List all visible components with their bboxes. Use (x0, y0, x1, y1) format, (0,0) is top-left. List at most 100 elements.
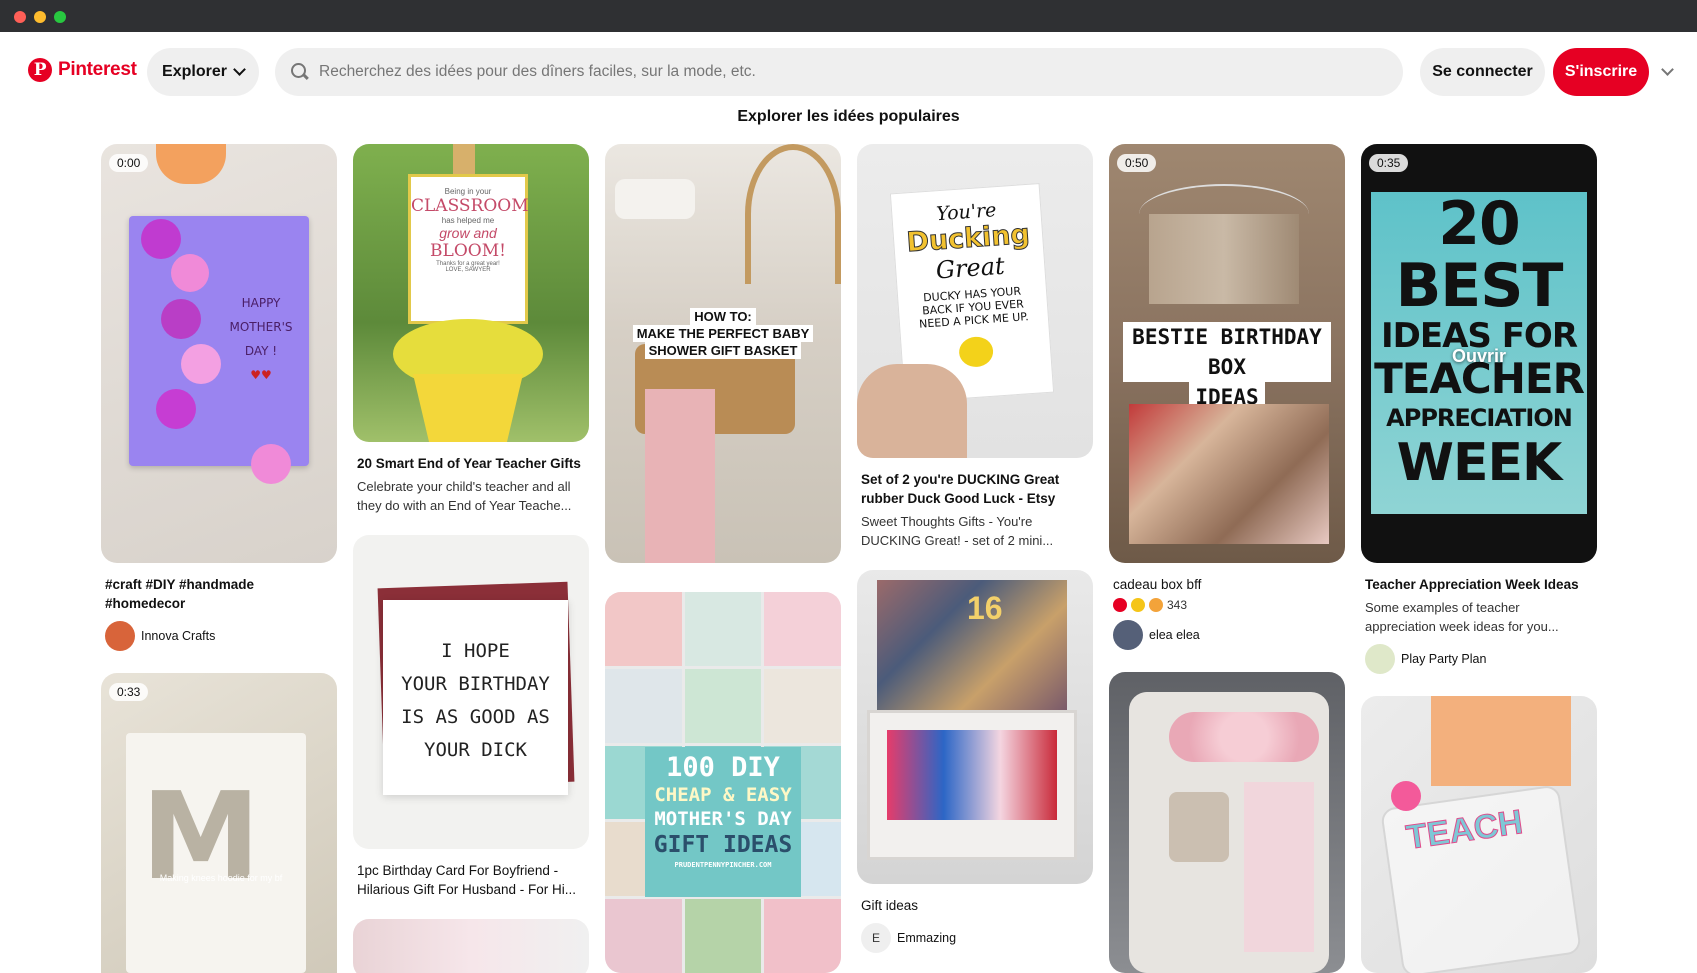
avatar (1113, 620, 1143, 650)
window-titlebar (0, 0, 1697, 32)
pompom (1391, 781, 1421, 811)
video-duration-badge: 0:33 (109, 683, 149, 701)
card-text-line: has helped me (441, 216, 495, 225)
hand (857, 364, 967, 458)
video-duration-badge: 0:00 (109, 154, 149, 172)
pin-card[interactable]: You're Ducking Great DUCKY HAS YOUR BACK… (857, 144, 1093, 550)
gift-items (1129, 404, 1329, 544)
pin-card[interactable]: 20 BEST IDEAS FOR TEACHER APPRECIATION W… (1361, 144, 1597, 674)
author-name: Emmazing (897, 931, 957, 945)
pin-author[interactable]: Play Party Plan (1361, 644, 1597, 674)
minimize-window-icon[interactable] (34, 11, 46, 23)
search-bar[interactable] (275, 48, 1403, 96)
heart-stack-illustration (131, 219, 221, 444)
pin-card[interactable]: HAPPY MOTHER'S DAY ! ♥♥ 0:00 #craft #DIY… (101, 144, 337, 651)
pin-title[interactable]: Set of 2 you're DUCKING Great rubber Duc… (857, 470, 1093, 508)
signup-button[interactable]: S'inscrire (1553, 48, 1649, 96)
overlay-text-line: WEEK (1396, 433, 1563, 493)
heart-reaction-icon (1113, 598, 1127, 612)
pin-card[interactable]: M Making knees hoodie for my bf 0:33 (101, 673, 337, 973)
pin-image[interactable]: Being in your CLASSROOM has helped me gr… (353, 144, 589, 442)
search-input[interactable] (319, 63, 1379, 81)
author-name: Innova Crafts (141, 629, 216, 643)
pin-image[interactable] (353, 919, 589, 973)
pin-card[interactable] (353, 919, 589, 973)
pin-title[interactable]: Gift ideas (857, 896, 1093, 915)
open-pin-button[interactable]: Ouvrir (1361, 346, 1597, 367)
overlay-text-line: HOW TO: (690, 308, 756, 325)
pin-image[interactable]: 16 (857, 570, 1093, 884)
pin-image[interactable] (1109, 672, 1345, 973)
pinterest-logo[interactable]: P Pinterest (28, 58, 137, 82)
overlay-text-line: BESTIE BIRTHDAY BOX (1123, 322, 1331, 382)
overlay-caption: Making knees hoodie for my bf (159, 873, 283, 883)
close-window-icon[interactable] (14, 11, 26, 23)
author-name: Play Party Plan (1401, 652, 1487, 666)
overlay-text-line: MAKE THE PERFECT BABY (632, 325, 814, 342)
reactions[interactable]: 343 (1109, 598, 1345, 612)
overlay-text-line: 20 (1438, 189, 1521, 259)
pin-title[interactable]: 20 Smart End of Year Teacher Gifts (353, 454, 589, 473)
pin-author[interactable]: Innova Crafts (101, 621, 337, 651)
pink-blanket (645, 389, 715, 563)
pinterest-icon: P (28, 58, 52, 82)
explore-dropdown-button[interactable]: Explorer (147, 48, 259, 96)
pin-card[interactable]: 100 DIY CHEAP & EASY MOTHER'S DAY GIFT I… (605, 592, 841, 973)
overlay-text: HOW TO: MAKE THE PERFECT BABY SHOWER GIF… (629, 308, 817, 368)
birthday-card: I HOPE YOUR BIRTHDAY IS AS GOOD AS YOUR … (383, 600, 568, 795)
photos (1149, 214, 1299, 304)
wow-reaction-icon (1131, 598, 1145, 612)
pin-card[interactable]: HOW TO: MAKE THE PERFECT BABY SHOWER GIF… (605, 144, 841, 563)
overlay-text-line: APPRECIATION (1386, 404, 1573, 432)
login-button[interactable]: Se connecter (1420, 48, 1545, 96)
pin-image[interactable]: 100 DIY CHEAP & EASY MOTHER'S DAY GIFT I… (605, 592, 841, 973)
pin-image[interactable]: BESTIE BIRTHDAY BOX IDEAS 0:50 (1109, 144, 1345, 563)
maximize-window-icon[interactable] (54, 11, 66, 23)
gift-items (887, 730, 1057, 820)
brand-name: Pinterest (58, 59, 137, 80)
pin-card[interactable]: TEACH (1361, 696, 1597, 973)
pin-image[interactable]: TEACH (1361, 696, 1597, 973)
pin-title[interactable]: #craft #DIY #handmade #homedecor (101, 575, 337, 613)
smile-reaction-icon (1149, 598, 1163, 612)
overlay-text-line: 16 (967, 590, 1003, 626)
pin-image[interactable]: M Making knees hoodie for my bf 0:33 (101, 673, 337, 973)
gift-box (1244, 782, 1314, 952)
overlay-text-line: PRUDENTPENNYPINCHER.COM (674, 861, 772, 869)
overlay-text-line: 100 DIY (666, 752, 780, 783)
overlay-text-line: MOTHER'S DAY (654, 808, 792, 830)
roses (1169, 712, 1319, 762)
pillow (615, 179, 695, 219)
explore-label: Explorer (162, 63, 227, 80)
flower-pot (413, 374, 523, 442)
pin-image[interactable]: HOW TO: MAKE THE PERFECT BABY SHOWER GIF… (605, 144, 841, 563)
pin-image[interactable]: You're Ducking Great DUCKY HAS YOUR BACK… (857, 144, 1093, 458)
overlay-text-line: SHOWER GIFT BASKET (644, 342, 802, 359)
poster-text: 20 BEST IDEAS FOR TEACHER APPRECIATION W… (1371, 192, 1587, 492)
pin-image[interactable]: HAPPY MOTHER'S DAY ! ♥♥ 0:00 (101, 144, 337, 563)
pin-title[interactable]: Teacher Appreciation Week Ideas (1361, 575, 1597, 594)
rattan-chair (745, 144, 841, 284)
card-text-line: YOUR BIRTHDAY (401, 673, 550, 695)
video-duration-badge: 0:35 (1369, 154, 1409, 172)
card-text-line: grow and (439, 225, 497, 241)
pin-card[interactable]: BESTIE BIRTHDAY BOX IDEAS 0:50 cadeau bo… (1109, 144, 1345, 650)
notebook (1431, 696, 1571, 786)
pin-description: Sweet Thoughts Gifts - You're DUCKING Gr… (861, 514, 1054, 548)
pin-title[interactable]: 1pc Birthday Card For Boyfriend - Hilari… (353, 861, 589, 899)
pin-image[interactable]: I HOPE YOUR BIRTHDAY IS AS GOOD AS YOUR … (353, 535, 589, 849)
pin-author[interactable]: E Emmazing (857, 923, 1093, 953)
pin-card[interactable] (1109, 672, 1345, 973)
card-text-line: MOTHER'S (229, 320, 293, 334)
overlay-text-line: GIFT IDEAS (653, 832, 793, 858)
pin-image[interactable]: 20 BEST IDEAS FOR TEACHER APPRECIATION W… (1361, 144, 1597, 563)
pin-card[interactable]: 16 Gift ideas E Emmazing (857, 570, 1093, 953)
pin-card[interactable]: Being in your CLASSROOM has helped me gr… (353, 144, 589, 515)
pin-author[interactable]: elea elea (1109, 620, 1345, 650)
card-text-line: YOUR DICK (424, 739, 527, 761)
chevron-down-icon[interactable] (1661, 63, 1674, 76)
avatar (105, 621, 135, 651)
pin-title[interactable]: cadeau box bff (1109, 575, 1345, 594)
card-text: HAPPY MOTHER'S DAY ! ♥♥ (221, 291, 301, 387)
pin-card[interactable]: I HOPE YOUR BIRTHDAY IS AS GOOD AS YOUR … (353, 535, 589, 899)
